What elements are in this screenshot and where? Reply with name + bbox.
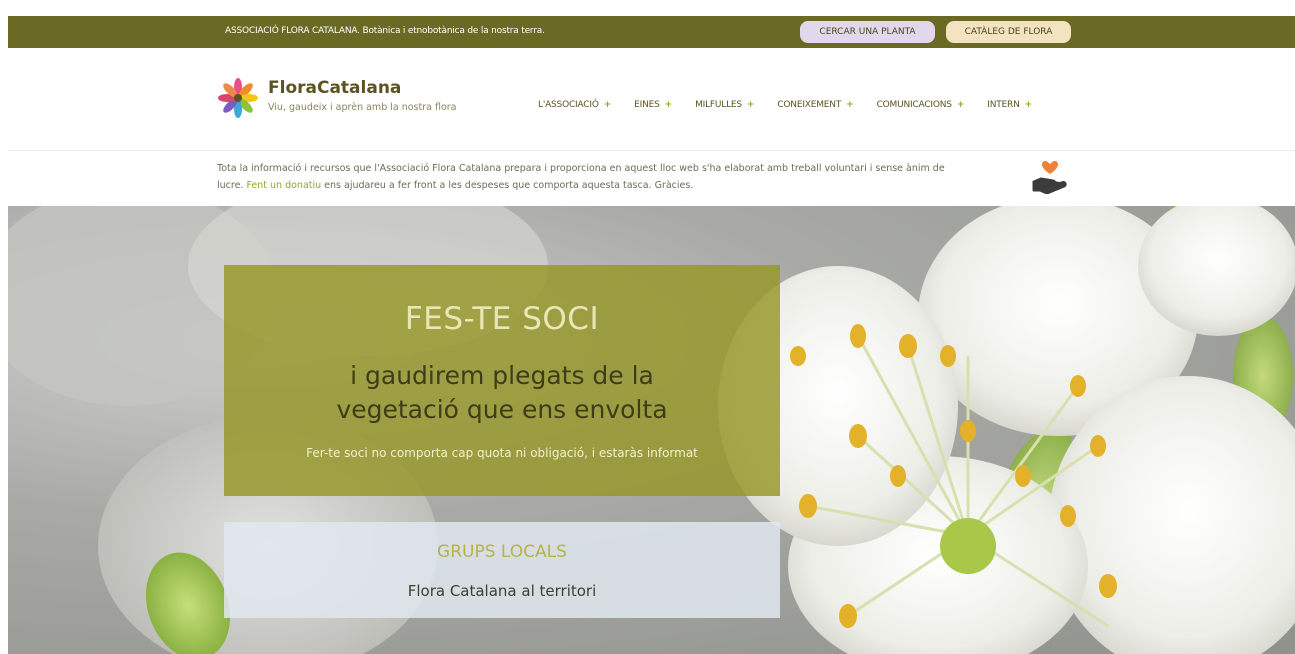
- card-headline: i gaudirem plegats de la vegetació que e…: [224, 359, 780, 427]
- site-header: FloraCatalana Viu, gaudeix i aprèn amb l…: [0, 48, 1295, 150]
- nav-label: COMUNICACIONS: [876, 100, 952, 110]
- nav-label: INTERN: [987, 100, 1020, 110]
- main-nav: L'ASSOCIACIÓ + EINES + MILFULLES + CONEIXEM…: [538, 92, 1050, 110]
- multicolor-flower-icon[interactable]: [218, 78, 258, 118]
- hero-banner: FES-TE SOCI i gaudirem plegats de la veg…: [8, 206, 1295, 654]
- nav-label: L'ASSOCIACIÓ: [538, 100, 599, 110]
- topbar-tagline: ASSOCIACIÓ FLORA CATALANA. Botànica i et…: [225, 26, 545, 36]
- expand-plus-icon: +: [603, 100, 612, 110]
- headline-line-2: vegetació que ens envolta: [336, 395, 668, 424]
- headline-line-1: i gaudirem plegats de la: [350, 361, 654, 390]
- card-title: FES-TE SOCI: [404, 301, 600, 337]
- nav-label: MILFULLES: [695, 100, 742, 110]
- nav-item-eines[interactable]: EINES +: [634, 100, 672, 110]
- expand-plus-icon: +: [1024, 100, 1033, 110]
- donate-link[interactable]: Fent un donatiu: [246, 180, 321, 191]
- card-subtitle: Fer-te soci no comporta cap quota ni obl…: [306, 446, 698, 460]
- card-title: GRUPS LOCALS: [437, 542, 567, 562]
- site-tagline: Viu, gaudeix i aprèn amb la nostra flora: [268, 102, 457, 113]
- top-bar: ASSOCIACIÓ FLORA CATALANA. Botànica i et…: [8, 16, 1295, 48]
- nav-label: EINES: [634, 100, 660, 110]
- nav-label: CONEIXEMENT: [777, 100, 842, 110]
- local-groups-card[interactable]: GRUPS LOCALS Flora Catalana al territori: [224, 522, 780, 618]
- donation-notice: Tota la informació i recursos que l'Asso…: [217, 160, 967, 194]
- flora-catalog-button[interactable]: CATÀLEG DE FLORA: [946, 21, 1071, 43]
- donate-heart-hand-icon[interactable]: [1031, 160, 1069, 194]
- nav-item-milfulles[interactable]: MILFULLES +: [695, 100, 754, 110]
- nav-item-associacio[interactable]: L'ASSOCIACIÓ +: [538, 100, 611, 110]
- nav-item-intern[interactable]: INTERN +: [987, 100, 1032, 110]
- search-plant-button[interactable]: CERCAR UNA PLANTA: [800, 21, 935, 43]
- card-subtitle: Flora Catalana al territori: [407, 582, 597, 600]
- expand-plus-icon: +: [956, 100, 965, 110]
- expand-plus-icon: +: [746, 100, 755, 110]
- expand-plus-icon: +: [846, 100, 854, 110]
- header-divider: [8, 150, 1295, 151]
- site-title[interactable]: FloraCatalana: [268, 78, 401, 98]
- notice-text-end: ens ajudareu a fer front a les despeses …: [321, 180, 694, 191]
- nav-item-coneixement[interactable]: CONEIXEMENT +: [777, 100, 853, 110]
- nav-item-comunicacions[interactable]: COMUNICACIONS +: [877, 100, 965, 110]
- become-member-card[interactable]: FES-TE SOCI i gaudirem plegats de la veg…: [224, 265, 780, 496]
- expand-plus-icon: +: [664, 100, 673, 110]
